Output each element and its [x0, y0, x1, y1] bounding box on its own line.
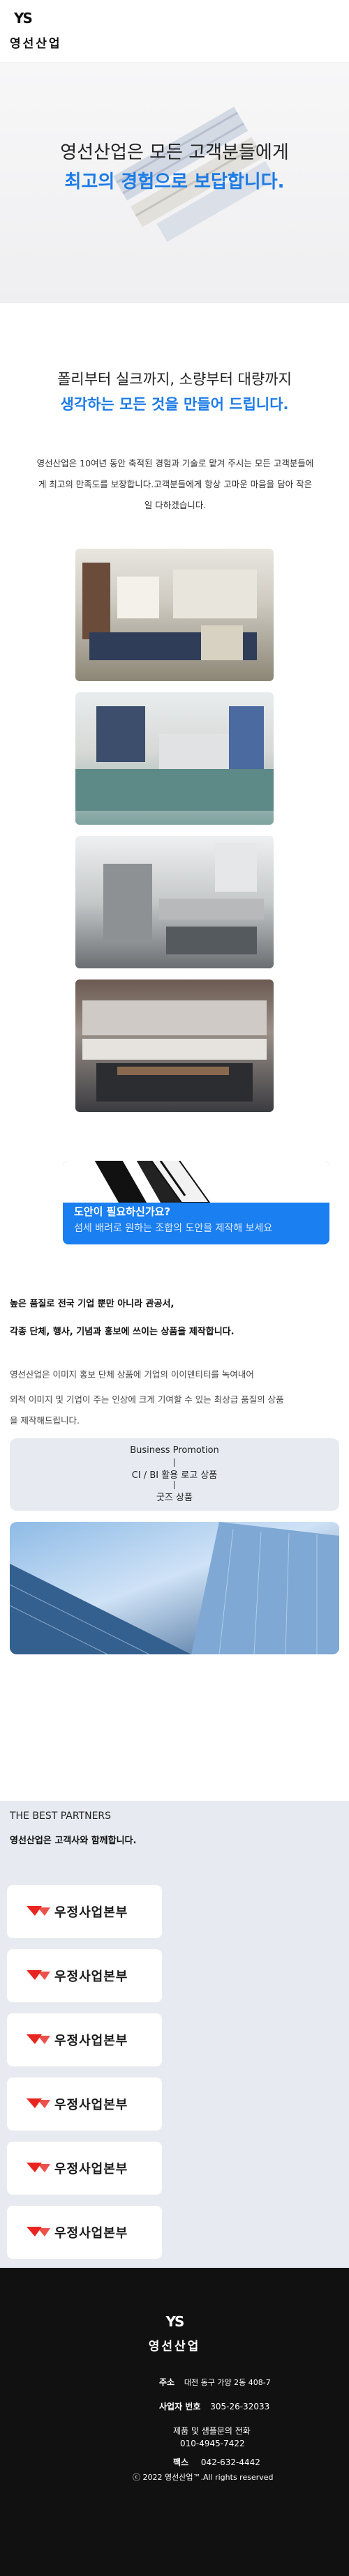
partner-name: 우정사업본부 [54, 2226, 128, 2241]
logo-mark[interactable]: YS [14, 10, 33, 26]
office-building-image [10, 1522, 339, 1654]
footer-phone-label: 제품 및 샘플문의 전화 [173, 2426, 251, 2436]
intro-heading: 폴리부터 실크까지, 소량부터 대량까지 [57, 371, 292, 388]
intro-highlight: 생각하는 모든 것을 만들어 드립니다. [60, 396, 289, 413]
loom-machine-image [82, 1000, 267, 1102]
intro-paragraph-line: 게 최고의 만족도를 보장합니다.고객분들에게 항상 고마운 마음을 담아 작은 [38, 479, 313, 489]
partner-card[interactable]: 우정사업본부 [7, 1949, 162, 2002]
factory-photo [75, 549, 274, 681]
machine-room-image [103, 843, 264, 954]
hero-subheadline: 최고의 경험으로 보답합니다. [64, 172, 285, 192]
korea-post-logo [27, 2098, 50, 2108]
partner-card[interactable]: 우정사업본부 [7, 2206, 162, 2259]
korea-post-logo [27, 2227, 50, 2236]
design-request-card[interactable]: 도안이 필요하신가요? 섬세 배려로 원하는 조합의 도안을 제작해 보세요 [63, 1161, 329, 1244]
footer-address-value: 대전 동구 가양 2동 408-7 [184, 2378, 271, 2387]
partner-name: 우정사업본부 [54, 2162, 128, 2177]
hero-banner: 영선산업은 모든 고객분들에게 최고의 경험으로 보답합니다. [0, 63, 349, 303]
footer-fax-label: 팩스 [173, 2457, 189, 2467]
diagram-top-label: Business Promotion [130, 1445, 219, 1456]
korea-post-logo [27, 2034, 50, 2044]
footer-address-label: 주소 [159, 2377, 175, 2387]
intro-paragraph-line: 일 다하겠습니다. [144, 500, 207, 510]
cta-question[interactable]: 도안이 필요하신가요? [74, 1204, 170, 1219]
footer-fax: 팩스 042-632-4442 [173, 2456, 260, 2468]
partner-name: 우정사업본부 [54, 1969, 128, 1984]
cutting-table-image [75, 706, 274, 811]
partner-card[interactable]: 우정사업본부 [7, 2142, 162, 2195]
footer-copyright: ⓒ 2022 영선산업™.All rights reserved [133, 2473, 274, 2482]
factory-photo [75, 980, 274, 1112]
site-footer: YS 영선산업 주소 대전 동구 가양 2동 408-7 사업자 번호 305-… [0, 2268, 349, 2576]
business-diagram: Business Promotion CI / BI 활용 로고 상품 굿즈 상… [10, 1438, 339, 1511]
footer-fax-value: 042-632-4442 [200, 2457, 260, 2467]
building-illustration [10, 1522, 339, 1654]
cta-description: 섬세 배려로 원하는 조합의 도안을 제작해 보세요 [74, 1223, 273, 1234]
partners-title: THE BEST PARTNERS [10, 1811, 112, 1822]
footer-biz-value: 305-26-32033 [210, 2402, 270, 2411]
partner-card[interactable]: 우정사업본부 [7, 2013, 162, 2066]
footer-biz-number: 사업자 번호 305-26-32033 [159, 2400, 269, 2412]
partner-card[interactable]: 우정사업본부 [7, 1885, 162, 1938]
footer-phone-value[interactable]: 010-4945-7422 [180, 2439, 245, 2448]
korea-post-logo [27, 1906, 50, 1916]
partner-card[interactable]: 우정사업본부 [7, 2078, 162, 2131]
factory-photo [75, 692, 274, 825]
promo-paragraph: 영선산업은 이미지 홍보 단체 상품에 기업의 이이덴티티를 녹여내어 외적 이… [10, 1364, 341, 1431]
promo-heading: 높은 품질로 전국 기업 뿐만 아니라 관공서, 각종 단체, 행사, 기념과 … [10, 1294, 338, 1343]
partner-name: 우정사업본부 [54, 2098, 128, 2112]
footer-logo-mark[interactable]: YS [0, 2313, 349, 2330]
site-header: YS 영선산업 [0, 0, 349, 63]
diagram-bottom-label: 굿즈 상품 [156, 1493, 193, 1503]
hero-headline: 영선산업은 모든 고객분들에게 [60, 142, 289, 163]
intro-paragraph: 영선산업은 10여년 동안 축적된 경험과 기술로 맡겨 주시는 모든 고객분들… [11, 453, 339, 516]
korea-post-logo [27, 2163, 50, 2172]
sewing-room-image [82, 563, 257, 660]
diagram-middle-label: CI / BI 활용 로고 상품 [131, 1470, 218, 1481]
tie-illustration [63, 1161, 329, 1203]
factory-photo [75, 836, 274, 968]
logo-company-name[interactable]: 영선산업 [10, 33, 62, 51]
footer-company-name: 영선산업 [148, 2340, 201, 2354]
footer-biz-label: 사업자 번호 [159, 2402, 201, 2411]
promo-paragraph-line: 외적 이미지 및 기업이 주는 인상에 크게 기여할 수 있는 최상급 품질의 … [10, 1394, 284, 1405]
partner-name: 우정사업본부 [54, 2034, 128, 2048]
footer-address: 주소 대전 동구 가양 2동 408-7 [159, 2376, 271, 2388]
partner-name: 우정사업본부 [54, 1905, 128, 1920]
partners-subtitle: 영선산업은 고객사와 함께합니다. [10, 1836, 137, 1846]
promo-paragraph-line: 을 제작해드립니다. [10, 1415, 80, 1426]
promo-heading-line: 높은 품질로 전국 기업 뿐만 아니라 관공서, [10, 1299, 174, 1309]
promo-paragraph-line: 영선산업은 이미지 홍보 단체 상품에 기업의 이이덴티티를 녹여내어 [10, 1369, 254, 1380]
korea-post-logo [27, 1970, 50, 1980]
intro-paragraph-line: 영선산업은 10여년 동안 축적된 경험과 기술로 맡겨 주시는 모든 고객분들… [36, 458, 314, 468]
promo-heading-line: 각종 단체, 행사, 기념과 홍보에 쓰이는 상품을 제작합니다. [10, 1327, 235, 1337]
